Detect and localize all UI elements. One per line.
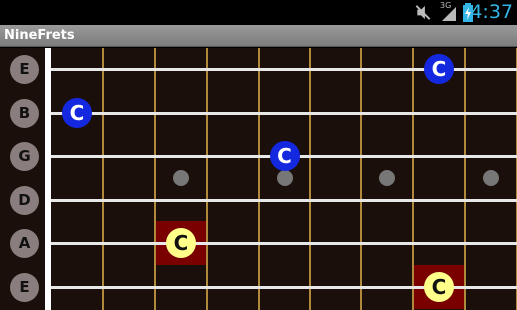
fret-wire: [309, 48, 311, 310]
nut: [45, 48, 51, 310]
status-bar: 3G 4:37: [0, 0, 517, 25]
signal-3g-icon: [442, 7, 456, 21]
string-label[interactable]: E: [10, 55, 39, 84]
fret-wire: [464, 48, 466, 310]
string-label[interactable]: B: [10, 99, 39, 128]
fret-wire: [154, 48, 156, 310]
guitar-string: [51, 199, 517, 202]
string-label[interactable]: D: [10, 186, 39, 215]
app-title: NineFrets: [4, 28, 75, 43]
fretboard[interactable]: EBGDAECCCCC: [0, 48, 517, 310]
string-label[interactable]: G: [10, 142, 39, 171]
mute-icon: [415, 5, 431, 20]
note-marker[interactable]: C: [269, 141, 300, 171]
note-marker[interactable]: C: [424, 272, 454, 302]
fret-wire: [258, 48, 260, 310]
fret-wire: [360, 48, 362, 310]
fret-inlay-marker: [276, 170, 293, 186]
fret-inlay-marker: [173, 170, 189, 186]
note-marker[interactable]: C: [424, 54, 454, 84]
note-marker[interactable]: C: [62, 98, 92, 128]
guitar-string: [51, 242, 517, 245]
string-label[interactable]: A: [10, 229, 39, 258]
fret-inlay-marker: [379, 170, 395, 186]
guitar-string: [51, 112, 517, 115]
fret-wire: [102, 48, 104, 310]
string-label[interactable]: E: [10, 273, 39, 302]
status-time: 4:37: [470, 1, 513, 23]
fret-wire: [206, 48, 208, 310]
note-marker[interactable]: C: [166, 228, 196, 258]
app-title-bar: NineFrets: [0, 25, 517, 47]
fret-inlay-marker: [483, 170, 499, 186]
